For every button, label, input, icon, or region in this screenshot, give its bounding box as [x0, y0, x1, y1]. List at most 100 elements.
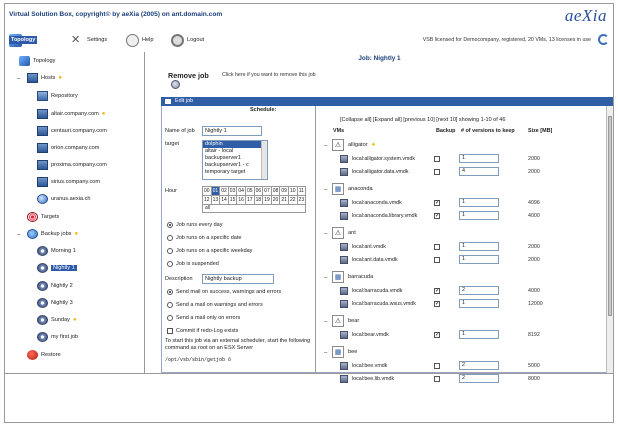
sidebar-item-hosts[interactable]: Hosts ●	[27, 72, 62, 84]
collapse-icon[interactable]: –	[324, 187, 327, 193]
mail-option[interactable]: Send a mail on warnings and errors	[167, 302, 263, 308]
target-option[interactable]: temporary target	[203, 169, 267, 176]
hour-cell[interactable]: 11	[297, 187, 307, 196]
hour-cell[interactable]: 05	[245, 187, 255, 196]
collapse-icon[interactable]: –	[324, 350, 327, 356]
vm-row[interactable]: ⚠ ant	[332, 227, 356, 239]
vm-row[interactable]: ▦ anaconda	[332, 183, 373, 195]
commit-checkbox[interactable]	[167, 328, 173, 334]
hour-cell[interactable]: 00	[203, 187, 212, 196]
collapse-icon[interactable]: –	[324, 319, 327, 325]
radio-icon[interactable]	[167, 261, 173, 267]
target-select[interactable]: dolphin altair - local backupserver1 bac…	[202, 140, 268, 180]
refresh-icon[interactable]	[598, 34, 609, 45]
backup-checkbox[interactable]	[434, 244, 440, 250]
radio-icon[interactable]	[167, 289, 173, 295]
versions-input[interactable]: 1	[459, 299, 499, 308]
backup-checkbox[interactable]	[434, 300, 440, 307]
backup-checkbox[interactable]	[434, 156, 440, 162]
schedule-option[interactable]: Job is suspended	[167, 261, 219, 267]
versions-input[interactable]: 2	[459, 361, 499, 370]
description-input[interactable]: Nightly backup	[202, 274, 274, 284]
radio-icon[interactable]	[167, 248, 173, 254]
vm-row[interactable]: ▦ bee	[332, 346, 357, 358]
backup-checkbox[interactable]	[434, 257, 440, 263]
sidebar-item-job[interactable]: Sunday ●	[37, 314, 77, 326]
vm-scrollbar[interactable]	[606, 106, 613, 373]
backup-checkbox[interactable]	[434, 331, 440, 338]
sidebar-item-host[interactable]: uranus.aexia.ch	[37, 193, 91, 205]
sidebar-item-host[interactable]: centauri.company.com	[37, 125, 107, 137]
vm-row[interactable]: ▦ barracuda	[332, 271, 373, 283]
toolbar-help-button[interactable]: Help	[126, 33, 154, 47]
radio-icon[interactable]	[167, 222, 173, 228]
vm-row[interactable]: ⚠ bear	[332, 315, 359, 327]
collapse-icon[interactable]: –	[324, 231, 327, 237]
backup-checkbox[interactable]	[434, 363, 440, 369]
versions-input[interactable]: 1	[459, 255, 499, 264]
sidebar-item-host[interactable]: orion.company.com	[37, 142, 99, 154]
sidebar-item-job[interactable]: my first job	[37, 331, 78, 343]
mail-option[interactable]: Send mail on success, warnings and error…	[167, 289, 281, 295]
backup-checkbox[interactable]	[434, 199, 440, 206]
sidebar-item-host[interactable]: altair.company.com ●	[37, 108, 105, 120]
hour-cell[interactable]: 01	[211, 187, 221, 196]
sidebar-item-host[interactable]: sirius.company.com	[37, 176, 100, 188]
collapse-icon[interactable]: –	[324, 143, 327, 149]
hour-cell[interactable]: 09	[280, 187, 289, 196]
sidebar-item-job-selected[interactable]: Nightly 1	[37, 262, 77, 274]
target-option[interactable]: backupserver1 - c	[203, 162, 267, 169]
radio-icon[interactable]	[167, 315, 173, 321]
sidebar-item-restore[interactable]: Restore	[27, 349, 61, 361]
sidebar-item-job[interactable]: Nightly 2	[37, 280, 73, 292]
hour-cell[interactable]: 08	[271, 187, 281, 196]
collapse-icon[interactable]: –	[17, 76, 20, 82]
remove-job-link[interactable]: Remove job	[168, 71, 209, 80]
sidebar-item-backup-jobs[interactable]: Backup jobs ●	[27, 228, 78, 240]
versions-input[interactable]: 1	[459, 198, 499, 207]
radio-icon[interactable]	[167, 235, 173, 241]
hour-cell[interactable]: 07	[263, 187, 272, 196]
hour-cell[interactable]: 03	[228, 187, 238, 196]
versions-input[interactable]: 1	[459, 154, 499, 163]
versions-input[interactable]: 1	[459, 330, 499, 339]
sidebar-item-host[interactable]: proxima.company.com	[37, 159, 107, 171]
hour-cell[interactable]: 04	[237, 187, 246, 196]
versions-input[interactable]: 1	[459, 211, 499, 220]
collapse-icon[interactable]: –	[324, 275, 327, 281]
toolbar-logout-button[interactable]: Logout	[171, 33, 204, 47]
versions-input[interactable]: 2	[459, 374, 499, 383]
versions-input[interactable]: 1	[459, 242, 499, 251]
backup-checkbox[interactable]	[434, 212, 440, 219]
sidebar-item-job[interactable]: Nightly 3	[37, 297, 73, 309]
mail-option[interactable]: Send a mail only on errors	[167, 315, 240, 321]
target-option[interactable]: dolphin	[203, 141, 267, 148]
job-name-input[interactable]: Nightly 1	[202, 126, 262, 136]
hour-cell[interactable]: 06	[254, 187, 264, 196]
hour-cell[interactable]: 10	[288, 187, 298, 196]
collapse-icon[interactable]: –	[17, 232, 20, 238]
toolbar-settings-button[interactable]: ✕ Settings	[71, 33, 107, 47]
versions-input[interactable]: 4	[459, 167, 499, 176]
scroll-thumb[interactable]	[608, 116, 612, 316]
sidebar-item-repository[interactable]: Repository	[37, 90, 78, 102]
schedule-option[interactable]: Job runs on a specific date	[167, 235, 241, 241]
target-scrollbar[interactable]	[261, 141, 267, 179]
radio-icon[interactable]	[167, 302, 173, 308]
sidebar-item-targets[interactable]: Targets	[27, 211, 59, 223]
backup-checkbox[interactable]	[434, 376, 440, 382]
commit-checkbox-row[interactable]: Commit if redo-Log exists	[167, 328, 238, 334]
versions-input[interactable]: 2	[459, 286, 499, 295]
hour-all-button[interactable]: all	[202, 204, 306, 213]
vm-pager[interactable]: [Collapse all] [Expand all] [previous 10…	[340, 117, 505, 123]
sidebar-item-job[interactable]: Morning 1	[37, 245, 76, 257]
target-option[interactable]: backupserver1	[203, 155, 267, 162]
hour-cell[interactable]: 02	[220, 187, 229, 196]
schedule-option[interactable]: Job runs on a specific weekday	[167, 248, 252, 254]
backup-checkbox[interactable]	[434, 169, 440, 175]
schedule-option[interactable]: Job runs every day	[167, 222, 222, 228]
vm-row[interactable]: ⚠ alligator ●	[332, 139, 375, 151]
trash-icon[interactable]	[171, 80, 180, 89]
backup-checkbox[interactable]	[434, 287, 440, 294]
sidebar-item-topology[interactable]: Topology	[19, 55, 55, 67]
